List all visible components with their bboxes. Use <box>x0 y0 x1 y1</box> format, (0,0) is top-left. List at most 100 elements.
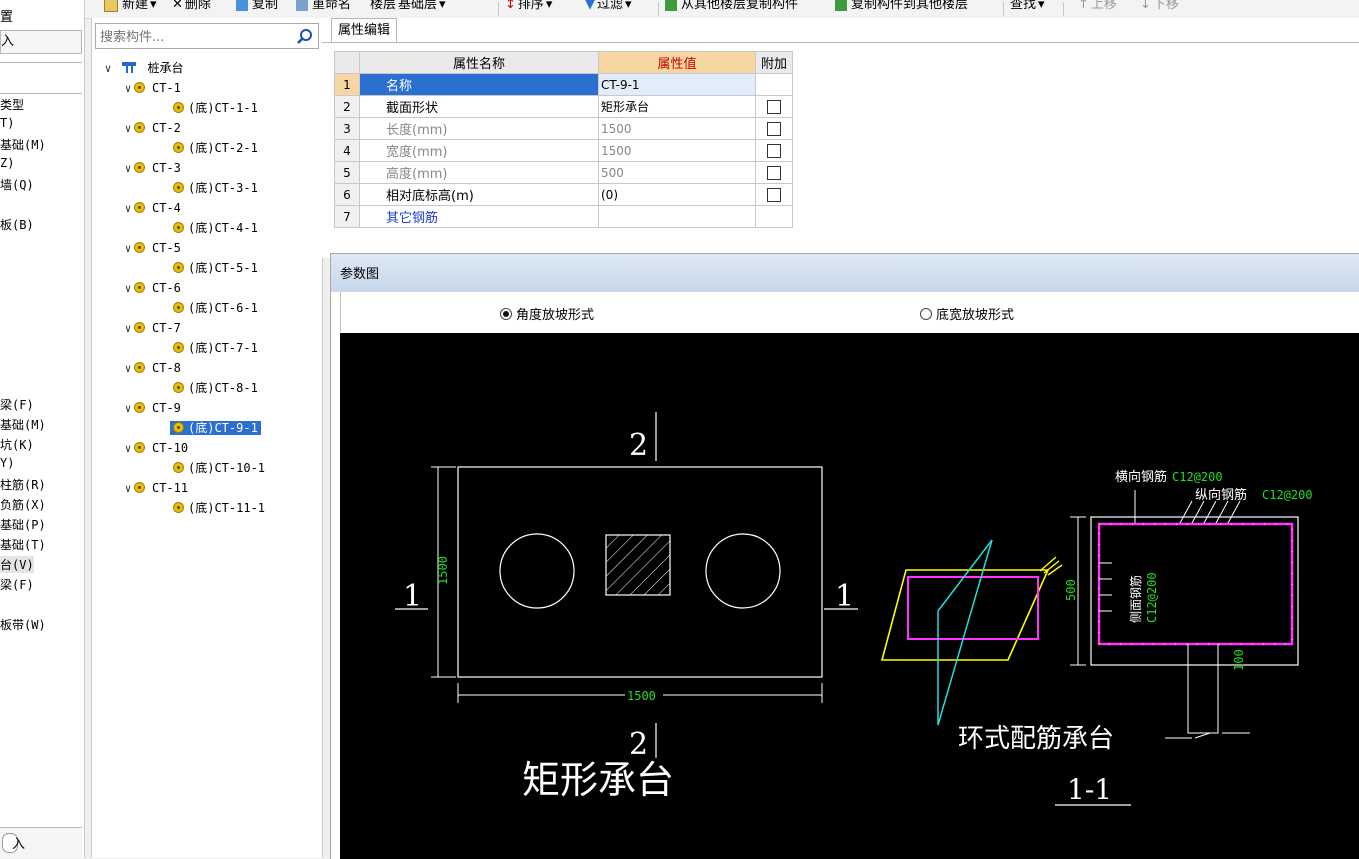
tree-group[interactable]: ∨ CT-10 <box>122 438 191 458</box>
tree-group[interactable]: ∨ CT-2 <box>122 118 184 138</box>
tree-item[interactable]: (底)CT-1-1 <box>170 98 261 118</box>
copy-to-other-floor-button[interactable]: 复制构件到其他楼层 <box>835 0 968 15</box>
chevron-down-icon[interactable]: ∨ <box>122 119 134 139</box>
property-row[interactable]: 6 相对底标高(m) (0) <box>334 183 793 206</box>
property-value[interactable]: 1500 <box>598 139 756 162</box>
tree-item[interactable]: (底)CT-3-1 <box>170 178 261 198</box>
component-type-item[interactable]: 坑(K) <box>0 436 34 453</box>
tree-group[interactable]: ∨ CT-9 <box>122 398 184 418</box>
search-input[interactable] <box>98 26 292 48</box>
property-value[interactable] <box>598 205 756 228</box>
tree-group-label: CT-5 <box>152 241 181 255</box>
component-type-item[interactable]: 墙(Q) <box>0 176 34 193</box>
tree-group-label: CT-2 <box>152 121 181 135</box>
component-type-item[interactable]: 基础(P) <box>0 516 46 533</box>
property-value[interactable]: 500 <box>598 161 756 184</box>
chevron-down-icon[interactable]: ∨ <box>122 399 134 419</box>
tree-item-label: (底)CT-1-1 <box>170 101 261 115</box>
checkbox[interactable] <box>767 121 781 136</box>
property-value[interactable]: CT-9-1 <box>598 73 756 96</box>
move-down-button[interactable]: ↓ 下移 <box>1140 0 1179 15</box>
component-type-item[interactable]: 梁(F) <box>0 576 34 593</box>
component-type-item[interactable]: Y) <box>0 456 14 470</box>
component-type-item[interactable]: 台(V) <box>0 556 34 573</box>
chevron-down-icon[interactable]: ∨ <box>122 79 134 99</box>
tree-item[interactable]: (底)CT-7-1 <box>170 338 261 358</box>
tree-group[interactable]: ∨ CT-8 <box>122 358 184 378</box>
property-value[interactable]: 矩形承台 <box>598 95 756 118</box>
tree-item[interactable]: (底)CT-11-1 <box>170 498 268 518</box>
delete-button[interactable]: ✕ 删除 <box>172 0 211 15</box>
tree-group[interactable]: ∨ CT-6 <box>122 278 184 298</box>
property-name: 高度(mm) <box>359 161 599 184</box>
search-icon[interactable] <box>294 26 316 46</box>
chevron-down-icon[interactable]: ∨ <box>122 159 134 179</box>
property-row[interactable]: 7 其它钢筋 <box>334 205 793 228</box>
property-row[interactable]: 5 高度(mm) 500 <box>334 161 793 184</box>
component-type-item[interactable]: 基础(M) <box>0 136 46 153</box>
chevron-down-icon[interactable]: ∨ <box>122 279 134 299</box>
component-type-item[interactable]: T) <box>0 116 14 130</box>
radio-width-slope[interactable]: 底宽放坡形式 <box>920 304 1014 323</box>
radio-angle-label: 角度放坡形式 <box>516 308 595 323</box>
tree-group[interactable]: ∨ CT-3 <box>122 158 184 178</box>
chevron-down-icon[interactable]: ∨ <box>122 199 134 219</box>
property-value[interactable]: 1500 <box>598 117 756 140</box>
tree-root[interactable]: ∨ 桩承台 <box>102 58 186 78</box>
component-type-item[interactable]: 板带(W) <box>0 616 46 633</box>
chevron-down-icon[interactable]: ∨ <box>122 239 134 259</box>
tree-group[interactable]: ∨ CT-11 <box>122 478 191 498</box>
tree-item[interactable]: (底)CT-9-1 <box>170 418 261 438</box>
tree-group[interactable]: ∨ CT-4 <box>122 198 184 218</box>
move-down-label: 下移 <box>1152 0 1179 12</box>
tab-property-edit[interactable]: 属性编辑 <box>331 18 397 42</box>
chevron-down-icon[interactable]: ∨ <box>122 359 134 379</box>
checkbox[interactable] <box>767 99 781 114</box>
panel-bottom[interactable]: 入 <box>0 827 82 858</box>
component-type-item[interactable]: 类型 <box>0 96 24 113</box>
tree-item[interactable]: (底)CT-2-1 <box>170 138 261 158</box>
sort-button[interactable]: ↕ 排序 ▾ <box>505 0 552 15</box>
filter-button[interactable]: ▼ 过滤 ▾ <box>585 0 632 15</box>
property-row[interactable]: 2 截面形状 矩形承台 <box>334 95 793 118</box>
component-type-item[interactable]: 负筋(X) <box>0 496 46 513</box>
component-type-item[interactable]: Z) <box>0 156 14 170</box>
tree-group[interactable]: ∨ CT-7 <box>122 318 184 338</box>
checkbox[interactable] <box>767 187 781 202</box>
property-row[interactable]: 4 宽度(mm) 1500 <box>334 139 793 162</box>
rename-label: 重命名 <box>312 0 352 12</box>
tree-item[interactable]: (底)CT-8-1 <box>170 378 261 398</box>
new-button[interactable]: 新建 ▾ <box>104 0 157 15</box>
component-type-item[interactable]: 板(B) <box>0 216 34 233</box>
checkbox[interactable] <box>767 165 781 180</box>
chevron-down-icon[interactable]: ∨ <box>102 59 114 79</box>
floor-selector[interactable]: 楼层 基础层 ▾ <box>370 0 446 15</box>
find-button[interactable]: 查找 ▾ <box>1010 0 1045 15</box>
tree-item[interactable]: (底)CT-5-1 <box>170 258 261 278</box>
tree-item-text: (底)CT-7-1 <box>188 341 258 355</box>
component-type-item[interactable]: 基础(M) <box>0 416 46 433</box>
checkbox[interactable] <box>767 143 781 158</box>
pile-cap-icon <box>173 262 184 273</box>
property-row[interactable]: 1 名称 CT-9-1 <box>334 73 793 96</box>
copy-from-other-floor-button[interactable]: 从其他楼层复制构件 <box>665 0 798 15</box>
chevron-down-icon[interactable]: ∨ <box>122 319 134 339</box>
property-value[interactable]: (0) <box>598 183 756 206</box>
property-row[interactable]: 3 长度(mm) 1500 <box>334 117 793 140</box>
chevron-down-icon[interactable]: ∨ <box>122 439 134 459</box>
copy-button[interactable]: 复制 <box>236 0 278 15</box>
component-type-item[interactable]: 梁(F) <box>0 396 34 413</box>
tree-item[interactable]: (底)CT-4-1 <box>170 218 261 238</box>
radio-angle-slope[interactable]: 角度放坡形式 <box>500 304 594 323</box>
tree-item[interactable]: (底)CT-6-1 <box>170 298 261 318</box>
tree-group[interactable]: ∨ CT-5 <box>122 238 184 258</box>
panel-box[interactable]: 入 <box>0 30 82 54</box>
component-type-item[interactable]: 柱筋(R) <box>0 476 46 493</box>
chevron-down-icon: ▾ <box>439 0 446 12</box>
component-type-item[interactable]: 基础(T) <box>0 536 46 553</box>
tree-group[interactable]: ∨ CT-1 <box>122 78 184 98</box>
tree-item[interactable]: (底)CT-10-1 <box>170 458 268 478</box>
chevron-down-icon[interactable]: ∨ <box>122 479 134 499</box>
move-up-button[interactable]: ↑ 上移 <box>1078 0 1117 15</box>
rename-button[interactable]: 重命名 <box>296 0 351 15</box>
